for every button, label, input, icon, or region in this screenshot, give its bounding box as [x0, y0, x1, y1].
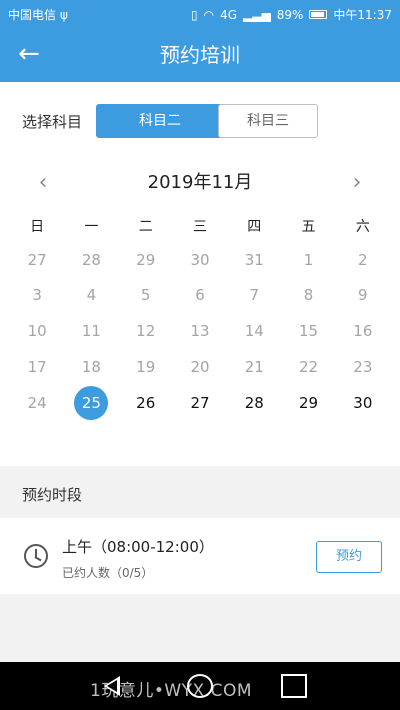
calendar-day[interactable]: 29 — [281, 385, 335, 421]
subject-label: 选择科目 — [22, 113, 83, 131]
network-type: 4G — [220, 7, 238, 22]
chevron-right-icon[interactable]: › — [342, 168, 372, 198]
calendar-day: 9 — [358, 286, 368, 304]
status-bar: 中国电信 ψ ▯ ◠ 4G ▂▃▅ 89% 中午11:37 — [0, 0, 400, 28]
calendar-day: 10 — [27, 322, 47, 340]
calendar-day: 18 — [81, 358, 101, 376]
calendar-day[interactable]: 26 — [119, 385, 173, 421]
calendar-day: 19 — [136, 358, 156, 376]
weekday-row: 日 一 二 三 四 五 六 — [10, 214, 390, 240]
calendar-day: 2 — [358, 251, 368, 269]
calendar-day: 1 — [303, 251, 314, 269]
calendar-day: 4 — [86, 286, 97, 304]
slot-count: 已约人数（0/5） — [62, 566, 154, 580]
weekday-label: 五 — [301, 219, 316, 235]
battery-percent: 89% — [276, 7, 304, 22]
calendar-day: 29 — [136, 251, 156, 269]
calendar-day: 14 — [244, 322, 264, 340]
slot-time: 上午（08:00-12:00） — [62, 538, 214, 556]
book-button[interactable]: 预约 — [316, 541, 382, 573]
calendar-week: 10 11 12 13 14 15 16 — [10, 313, 390, 349]
month-label: 2019年11月 — [147, 172, 253, 193]
calendar-day: 27 — [27, 251, 47, 269]
calendar-day[interactable]: 27 — [173, 385, 227, 421]
nav-home-icon[interactable] — [187, 674, 213, 698]
nav-back-icon[interactable] — [100, 674, 126, 698]
selected-day-label: 25 — [74, 386, 109, 420]
slots-title: 预约时段 — [22, 486, 83, 504]
calendar-day: 21 — [244, 358, 264, 376]
nav-recent-icon[interactable] — [281, 674, 307, 698]
weekday-label: 四 — [247, 219, 262, 235]
signal-icon: ▂▃▅ — [243, 7, 271, 22]
system-nav-bar: 1玩意儿•WYX.COM — [0, 662, 400, 710]
calendar-day: 17 — [27, 358, 47, 376]
calendar-day: 31 — [244, 251, 264, 269]
calendar-week: 17 18 19 20 21 22 23 — [10, 349, 390, 385]
weekday-label: 二 — [138, 219, 153, 235]
calendar-day: 15 — [299, 322, 319, 340]
calendar-week: 27 28 29 30 31 1 2 — [10, 242, 390, 278]
calendar-day: 23 — [353, 358, 373, 376]
page-title: 预约培训 — [160, 43, 240, 67]
calendar-day[interactable]: 28 — [227, 385, 281, 421]
app-bar: ← 预约培训 — [0, 28, 400, 82]
calendar-week: 3 4 5 6 7 8 9 — [10, 277, 390, 313]
calendar-day: 16 — [353, 322, 373, 340]
clock-time: 中午11:37 — [333, 8, 392, 22]
clock-icon — [24, 544, 48, 568]
carrier-text: 中国电信 — [8, 8, 57, 22]
calendar-week: 24 25 26 27 28 29 30 — [10, 385, 390, 421]
calendar-day: 30 — [190, 251, 210, 269]
calendar-day[interactable]: 30 — [336, 385, 390, 421]
subject-two-button[interactable]: 科目二 — [96, 104, 224, 138]
calendar-day: 20 — [190, 358, 210, 376]
weekday-label: 日 — [30, 219, 45, 235]
usb-icon: ψ — [60, 7, 68, 22]
weekday-label: 六 — [355, 219, 370, 235]
vibrate-icon: ▯ — [191, 7, 198, 22]
calendar-day: 28 — [81, 251, 101, 269]
calendar-day-selected[interactable]: 25 — [64, 385, 118, 421]
calendar-day: 3 — [32, 286, 42, 304]
calendar-day: 13 — [190, 322, 210, 340]
calendar-day: 5 — [140, 286, 151, 304]
subject-three-button[interactable]: 科目三 — [218, 104, 318, 138]
subject-selector: 选择科目 科目二 科目三 — [0, 104, 400, 138]
calendar-day: 12 — [136, 322, 156, 340]
time-slot-card: 上午（08:00-12:00） 已约人数（0/5） 预约 — [0, 518, 400, 594]
month-header: ‹ 2019年11月 › — [0, 168, 400, 198]
weekday-label: 三 — [192, 219, 207, 235]
battery-icon — [309, 10, 328, 19]
calendar-day: 24 — [27, 394, 47, 412]
wifi-icon: ◠ — [203, 7, 215, 22]
calendar-day: 7 — [249, 286, 260, 304]
calendar-day: 6 — [195, 286, 205, 304]
calendar-day: 22 — [299, 358, 319, 376]
calendar-day: 8 — [303, 286, 314, 304]
calendar-day: 11 — [81, 322, 101, 340]
weekday-label: 一 — [84, 219, 99, 235]
